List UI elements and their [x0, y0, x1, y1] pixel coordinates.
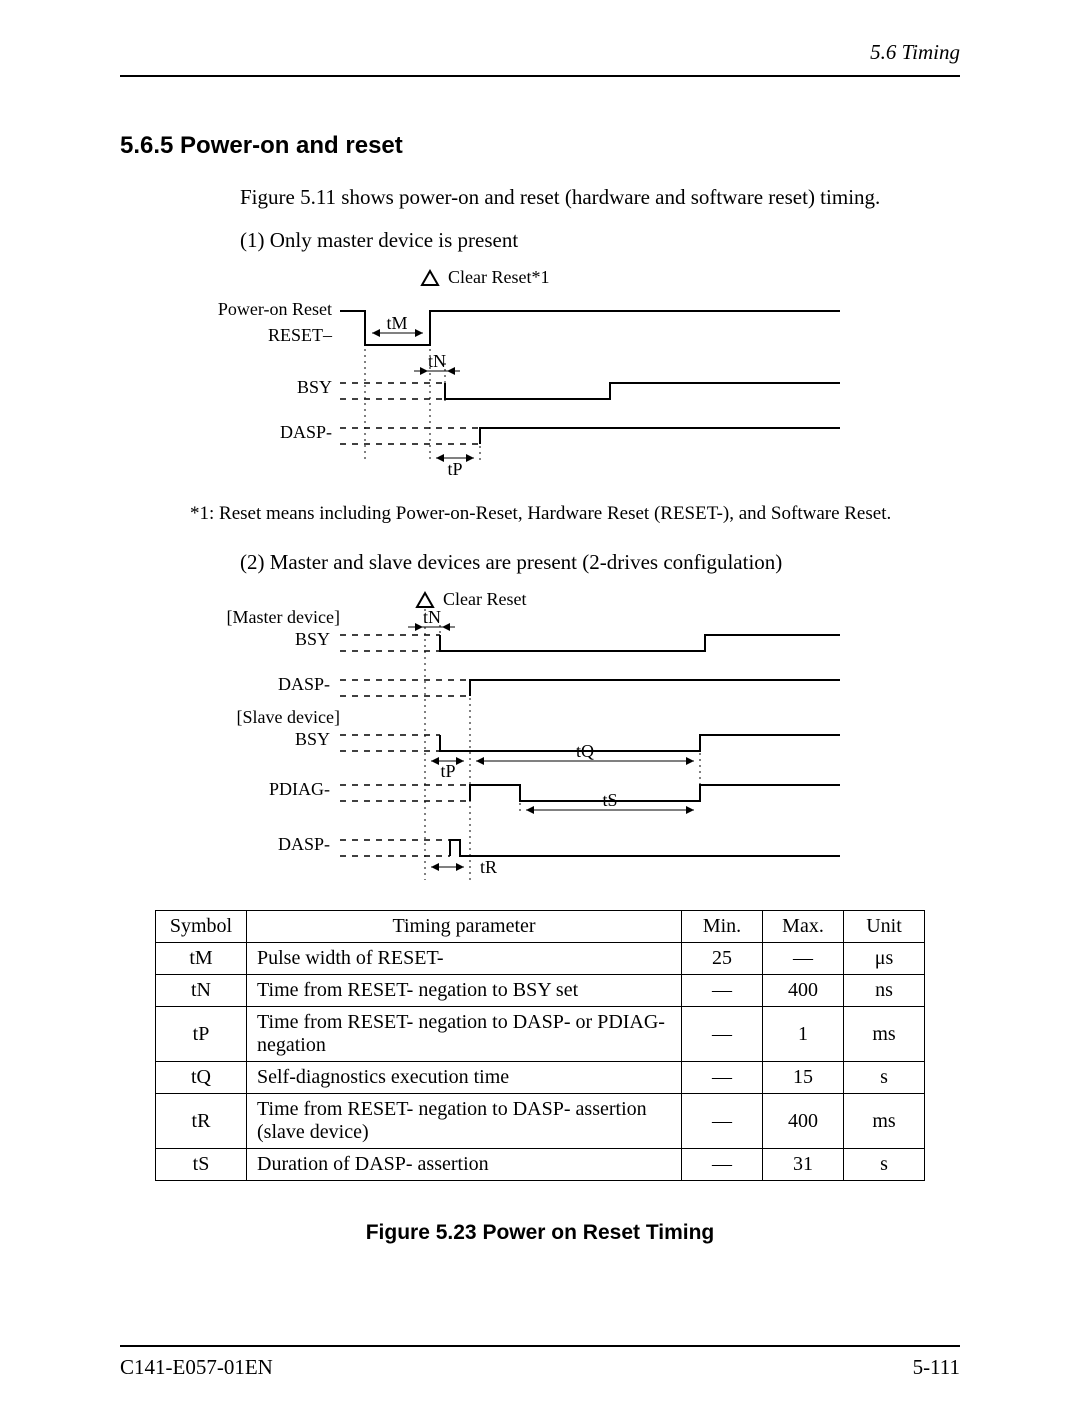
- cell-param: Time from RESET- negation to DASP- asser…: [247, 1094, 682, 1149]
- table-row: tSDuration of DASP- assertion—31s: [156, 1149, 925, 1181]
- cell-symbol: tP: [156, 1007, 247, 1062]
- page: 5.6 Timing 5.6.5 Power-on and reset Figu…: [0, 0, 1080, 1410]
- th-min: Min.: [682, 911, 763, 943]
- cell-unit: ms: [844, 1094, 925, 1149]
- cell-min: —: [682, 1062, 763, 1094]
- d2-tP: tP: [440, 761, 455, 781]
- cell-max: 15: [763, 1062, 844, 1094]
- footer: C141-E057-01EN 5-111: [120, 1345, 960, 1380]
- cell-symbol: tN: [156, 975, 247, 1007]
- cell-max: 400: [763, 1094, 844, 1149]
- d2-pdiag: PDIAG-: [269, 779, 330, 799]
- cell-max: 1: [763, 1007, 844, 1062]
- cell-max: 400: [763, 975, 844, 1007]
- doc-id: C141-E057-01EN: [120, 1355, 273, 1380]
- cell-param: Time from RESET- negation to DASP- or PD…: [247, 1007, 682, 1062]
- th-param: Timing parameter: [247, 911, 682, 943]
- table-row: tNTime from RESET- negation to BSY set—4…: [156, 975, 925, 1007]
- cell-unit: μs: [844, 943, 925, 975]
- cell-param: Pulse width of RESET-: [247, 943, 682, 975]
- cell-min: —: [682, 1094, 763, 1149]
- d2-slave: [Slave device]: [237, 707, 340, 727]
- d2-tS: tS: [602, 790, 617, 810]
- cell-min: —: [682, 1149, 763, 1181]
- figure-caption: Figure 5.23 Power on Reset Timing: [120, 1221, 960, 1245]
- cell-param: Time from RESET- negation to BSY set: [247, 975, 682, 1007]
- footer-rule: [120, 1345, 960, 1347]
- cell-param: Duration of DASP- assertion: [247, 1149, 682, 1181]
- timing-table: Symbol Timing parameter Min. Max. Unit t…: [155, 910, 925, 1181]
- cell-min: —: [682, 1007, 763, 1062]
- d1-clear-reset: Clear Reset*1: [448, 267, 549, 287]
- d2-dasp-m: DASP-: [278, 674, 330, 694]
- note-1: *1: Reset means including Power-on-Reset…: [190, 503, 960, 525]
- d2-tR: tR: [480, 857, 497, 877]
- table-row: tQSelf-diagnostics execution time—15s: [156, 1062, 925, 1094]
- d1-tN: tN: [428, 351, 446, 371]
- d2-tN: tN: [423, 607, 441, 627]
- d1-dasp: DASP-: [280, 422, 332, 442]
- d1-reset-minus: RESET–: [268, 325, 333, 345]
- cell-symbol: tR: [156, 1094, 247, 1149]
- section-heading: 5.6.5 Power-on and reset: [120, 132, 960, 160]
- table-row: tPTime from RESET- negation to DASP- or …: [156, 1007, 925, 1062]
- header-section: 5.6 Timing: [120, 40, 960, 65]
- cell-unit: ns: [844, 975, 925, 1007]
- d1-tM: tM: [386, 313, 407, 333]
- cell-symbol: tQ: [156, 1062, 247, 1094]
- d2-dasp-s: DASP-: [278, 834, 330, 854]
- d2-bsy-s: BSY: [295, 729, 330, 749]
- case1-label: (1) Only master device is present: [240, 228, 960, 253]
- cell-symbol: tM: [156, 943, 247, 975]
- cell-unit: ms: [844, 1007, 925, 1062]
- page-number: 5-111: [913, 1355, 960, 1380]
- cell-min: 25: [682, 943, 763, 975]
- d2-tQ: tQ: [576, 741, 594, 761]
- d1-tP: tP: [447, 459, 462, 479]
- timing-diagram-1: Clear Reset*1 Power-on Reset RESET– tM B…: [200, 263, 880, 483]
- th-symbol: Symbol: [156, 911, 247, 943]
- timing-diagram-2: Clear Reset [Master device] BSY tN DASP-…: [200, 585, 880, 885]
- d1-bsy: BSY: [297, 377, 332, 397]
- d2-clear-reset: Clear Reset: [443, 589, 526, 609]
- cell-param: Self-diagnostics execution time: [247, 1062, 682, 1094]
- cell-symbol: tS: [156, 1149, 247, 1181]
- th-max: Max.: [763, 911, 844, 943]
- case2-label: (2) Master and slave devices are present…: [240, 550, 960, 575]
- header-rule: [120, 75, 960, 77]
- cell-unit: s: [844, 1062, 925, 1094]
- d1-power-on-reset: Power-on Reset: [218, 299, 332, 319]
- cell-min: —: [682, 975, 763, 1007]
- cell-unit: s: [844, 1149, 925, 1181]
- table-row: tRTime from RESET- negation to DASP- ass…: [156, 1094, 925, 1149]
- th-unit: Unit: [844, 911, 925, 943]
- cell-max: 31: [763, 1149, 844, 1181]
- cell-max: —: [763, 943, 844, 975]
- table-row: tMPulse width of RESET-25—μs: [156, 943, 925, 975]
- d2-bsy-m: BSY: [295, 629, 330, 649]
- intro-text: Figure 5.11 shows power-on and reset (ha…: [240, 185, 960, 210]
- d2-master: [Master device]: [227, 607, 340, 627]
